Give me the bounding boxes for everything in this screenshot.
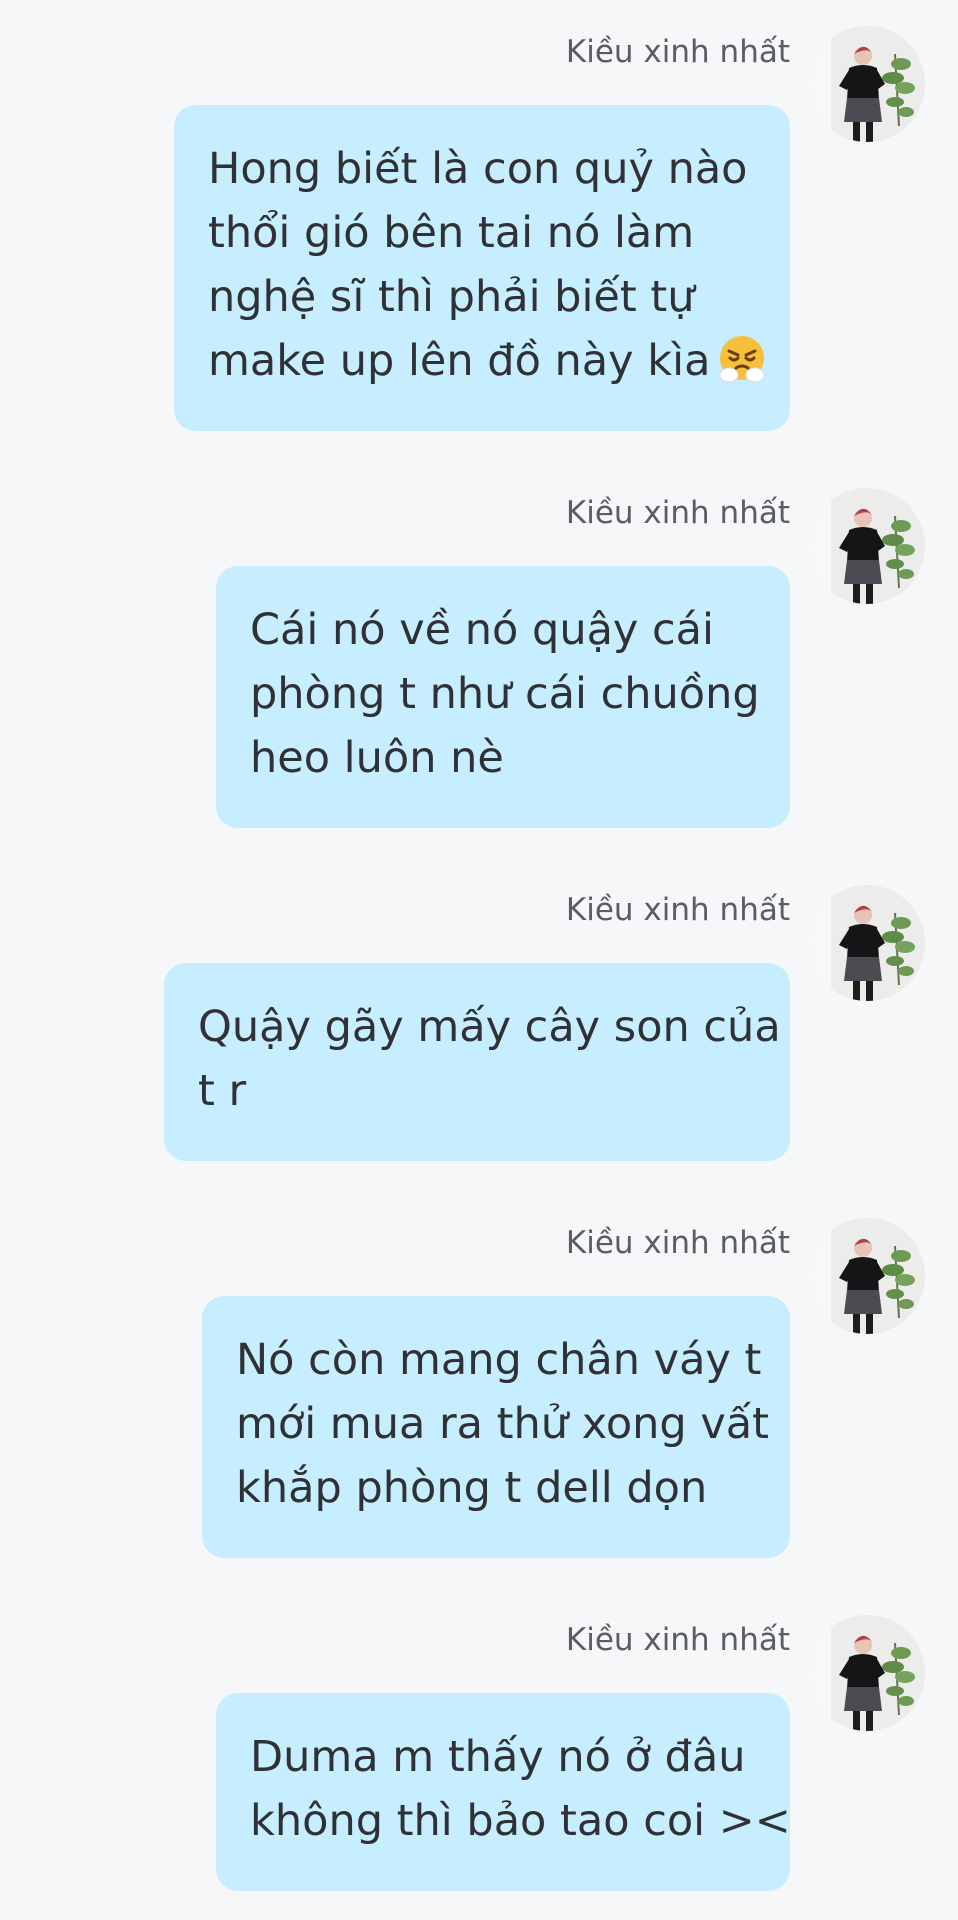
- profile-photo-person-icon: [809, 1218, 925, 1334]
- message-text-line: make up lên đồ này kìa: [208, 336, 711, 386]
- sender-name: Kiều xinh nhất: [565, 34, 790, 70]
- profile-photo-person-icon: [809, 488, 925, 604]
- sender-name: Kiều xinh nhất: [565, 495, 790, 531]
- sender-name: Kiều xinh nhất: [565, 1225, 790, 1261]
- sender-name: Kiều xinh nhất: [565, 1622, 790, 1658]
- message-bubble[interactable]: Cái nó về nó quậy cái phòng t như cái ch…: [216, 566, 790, 828]
- message-bubble[interactable]: Nó còn mang chân váy t mới mua ra thử xo…: [202, 1296, 790, 1558]
- contact-avatar[interactable]: [809, 885, 925, 1001]
- message-text-last-line: make up lên đồ này kìa: [208, 329, 765, 393]
- message-text-line: nghệ sĩ thì phải biết tự: [208, 272, 695, 322]
- face-with-steam-from-nose-emoji: [719, 336, 765, 383]
- message-bubble[interactable]: Hong biết là con quỷ nào thổi gió bên ta…: [174, 105, 790, 431]
- message-text-line: t r: [198, 1066, 247, 1116]
- contact-avatar[interactable]: [809, 26, 925, 142]
- contact-avatar[interactable]: [809, 488, 925, 604]
- message-text-line: Cái nó về nó quậy cái: [250, 605, 714, 655]
- message-text-line: thổi gió bên tai nó làm: [208, 208, 695, 258]
- message-text-line: phòng t như cái chuồng: [250, 669, 760, 719]
- message-text-line: Duma m thấy nó ở đâu: [250, 1732, 746, 1782]
- profile-photo-person-icon: [809, 1615, 925, 1731]
- message-text-line: không thì bảo tao coi ><: [250, 1796, 791, 1846]
- profile-photo-person-icon: [809, 26, 925, 142]
- message-text-line: Quậy gãy mấy cây son của: [198, 1002, 781, 1052]
- message-text-line: khắp phòng t dell dọn: [236, 1463, 708, 1513]
- message-text-line: mới mua ra thử xong vất: [236, 1399, 770, 1449]
- message-text-line: Nó còn mang chân váy t: [236, 1335, 762, 1385]
- message-bubble[interactable]: Quậy gãy mấy cây son của t r: [164, 963, 790, 1161]
- sender-name: Kiều xinh nhất: [565, 892, 790, 928]
- message-text-line: heo luôn nè: [250, 733, 504, 783]
- contact-avatar[interactable]: [809, 1615, 925, 1731]
- contact-avatar[interactable]: [809, 1218, 925, 1334]
- message-text-line: Hong biết là con quỷ nào: [208, 144, 748, 194]
- chat-message-list: Kiều xinh nhất Hong biết là con quỷ nào …: [0, 0, 958, 1920]
- profile-photo-person-icon: [809, 885, 925, 1001]
- message-bubble[interactable]: Duma m thấy nó ở đâu không thì bảo tao c…: [216, 1693, 791, 1891]
